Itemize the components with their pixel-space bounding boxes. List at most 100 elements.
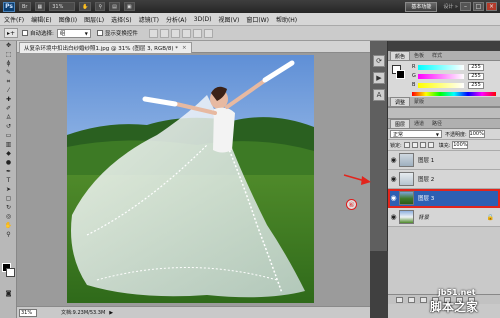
eraser-tool-icon[interactable]: ▭ <box>3 132 14 140</box>
healing-brush-tool-icon[interactable]: ✚ <box>3 96 14 104</box>
menu-window[interactable]: 窗口(W) <box>246 15 269 24</box>
add-mask-icon[interactable] <box>420 296 427 303</box>
mini-bridge-button[interactable]: ▦ <box>34 2 46 11</box>
tab-paths[interactable]: 路径 <box>428 119 446 128</box>
layer-row-background[interactable]: ◉ 背景 🔒 <box>388 208 500 227</box>
character-panel-icon[interactable]: A <box>373 89 385 101</box>
menu-file[interactable]: 文件(F) <box>4 15 24 24</box>
eye-icon[interactable]: ◉ <box>388 156 399 164</box>
lasso-tool-icon[interactable]: ϕ <box>3 60 14 68</box>
marquee-tool-icon[interactable]: ⬚ <box>3 51 14 59</box>
tab-layers[interactable]: 图层 <box>390 119 411 128</box>
status-menu-arrow[interactable]: ▶ <box>109 310 113 316</box>
blur-tool-icon[interactable]: ◆ <box>3 150 14 158</box>
hand-tool-icon[interactable]: ✋ <box>3 222 14 230</box>
history-panel-icon[interactable]: ⟳ <box>373 55 385 67</box>
type-tool-icon[interactable]: T <box>3 177 14 185</box>
red-slider[interactable] <box>418 64 464 70</box>
link-layers-icon[interactable] <box>396 296 403 303</box>
green-slider[interactable] <box>418 73 464 79</box>
close-document-icon[interactable]: × <box>182 45 187 51</box>
quick-mask-icon[interactable]: ◙ <box>3 290 14 298</box>
menu-edit[interactable]: 编辑(E) <box>31 15 51 24</box>
tab-masks[interactable]: 蒙版 <box>410 97 428 106</box>
zoom-level-dropdown[interactable]: 31% <box>49 2 76 11</box>
lock-pixels-icon[interactable] <box>411 142 418 148</box>
background-color-swatch[interactable] <box>6 268 15 277</box>
color-swatches[interactable] <box>2 263 16 277</box>
layer-row-1[interactable]: ◉ 图层 1 <box>388 151 500 170</box>
blend-mode-dropdown[interactable]: 正常 ▼ <box>390 130 442 138</box>
3d-orbit-tool-icon[interactable]: ◎ <box>3 213 14 221</box>
image-canvas[interactable] <box>67 55 314 303</box>
gradient-tool-icon[interactable]: ▥ <box>3 141 14 149</box>
3d-rotate-tool-icon[interactable]: ↻ <box>3 204 14 212</box>
bridge-button[interactable]: Br <box>19 2 31 11</box>
zoom-tool-icon[interactable]: ⚲ <box>3 231 14 239</box>
show-transform-checkbox[interactable] <box>96 30 103 36</box>
zoom-tool-icon[interactable]: ⚲ <box>95 2 106 11</box>
path-select-tool-icon[interactable]: ➤ <box>3 186 14 194</box>
green-value-field[interactable]: 255 <box>468 72 484 80</box>
red-value-field[interactable]: 255 <box>468 63 484 71</box>
panel-dock-header[interactable] <box>388 41 500 51</box>
pen-tool-icon[interactable]: ✒ <box>3 168 14 176</box>
status-zoom-field[interactable]: 31% <box>19 308 37 317</box>
workspace-essentials-button[interactable]: 基本功能 <box>405 1 438 12</box>
lock-transparency-icon[interactable] <box>403 142 410 148</box>
menu-select[interactable]: 选择(S) <box>111 15 132 24</box>
menu-filter[interactable]: 滤镜(T) <box>139 15 159 24</box>
lock-position-icon[interactable] <box>419 142 426 148</box>
align-left-icon[interactable] <box>181 28 191 38</box>
brush-tool-icon[interactable]: ✐ <box>3 105 14 113</box>
move-tool-preset-icon[interactable]: ▸+ <box>4 28 18 38</box>
dodge-tool-icon[interactable]: ● <box>3 159 14 167</box>
layer-row-3-selected[interactable]: ◉ 图层 3 <box>388 189 500 208</box>
close-button[interactable]: × <box>486 2 497 11</box>
auto-select-checkbox[interactable] <box>22 30 28 36</box>
tab-color[interactable]: 颜色 <box>390 51 411 60</box>
document-tab[interactable]: 从复杂环境中扣出白纱婚纱照1.jpg @ 31% (图层 3, RGB/8) *… <box>19 42 192 53</box>
hand-icon[interactable]: ✋ <box>79 2 92 11</box>
eye-icon[interactable]: ◉ <box>388 213 399 221</box>
color-spectrum-bar[interactable] <box>412 92 496 96</box>
menu-help[interactable]: 帮助(H) <box>276 15 297 24</box>
minimize-button[interactable]: – <box>460 2 471 11</box>
auto-select-dropdown[interactable]: 组 ▼ <box>56 28 91 38</box>
eye-icon[interactable]: ◉ <box>388 194 399 202</box>
menu-image[interactable]: 图像(I) <box>59 15 77 24</box>
arrange-documents-icon[interactable]: ▤ <box>109 2 120 11</box>
tab-swatches[interactable]: 色板 <box>410 51 428 60</box>
color-background-swatch[interactable] <box>396 70 405 79</box>
screen-mode-icon[interactable]: ▣ <box>123 2 135 11</box>
workspace-design-link[interactable]: 设计 » <box>443 3 458 10</box>
align-bottom-icon[interactable] <box>170 28 180 38</box>
menu-analysis[interactable]: 分析(A) <box>166 15 187 24</box>
menu-layer[interactable]: 图层(L) <box>84 15 104 24</box>
eyedropper-tool-icon[interactable]: ⁄ <box>3 87 14 95</box>
blue-value-field[interactable]: 255 <box>468 81 484 89</box>
clone-stamp-tool-icon[interactable]: ♙ <box>3 114 14 122</box>
opacity-field[interactable]: 100% <box>468 130 485 138</box>
blue-slider[interactable] <box>418 82 464 88</box>
actions-panel-icon[interactable]: ▶ <box>373 72 385 84</box>
align-top-icon[interactable] <box>148 28 158 38</box>
tab-styles[interactable]: 样式 <box>428 51 446 60</box>
maximize-button[interactable]: □ <box>473 2 484 11</box>
eye-icon[interactable]: ◉ <box>388 175 399 183</box>
menu-view[interactable]: 视图(V) <box>219 15 240 24</box>
history-brush-tool-icon[interactable]: ↺ <box>3 123 14 131</box>
align-middle-icon[interactable] <box>159 28 169 38</box>
fill-field[interactable]: 100% <box>452 141 469 149</box>
layer-style-icon[interactable] <box>408 296 415 303</box>
align-right-icon[interactable] <box>203 28 213 38</box>
menu-3d[interactable]: 3D(D) <box>194 16 212 23</box>
shape-tool-icon[interactable]: ▢ <box>3 195 14 203</box>
quick-select-tool-icon[interactable]: ✎ <box>3 69 14 77</box>
crop-tool-icon[interactable]: ⌗ <box>3 78 14 86</box>
align-center-icon[interactable] <box>192 28 202 38</box>
lock-all-icon[interactable] <box>427 142 434 148</box>
tab-adjustments[interactable]: 调整 <box>390 97 411 106</box>
move-tool-icon[interactable]: ✥ <box>3 42 14 50</box>
tab-channels[interactable]: 通道 <box>410 119 428 128</box>
